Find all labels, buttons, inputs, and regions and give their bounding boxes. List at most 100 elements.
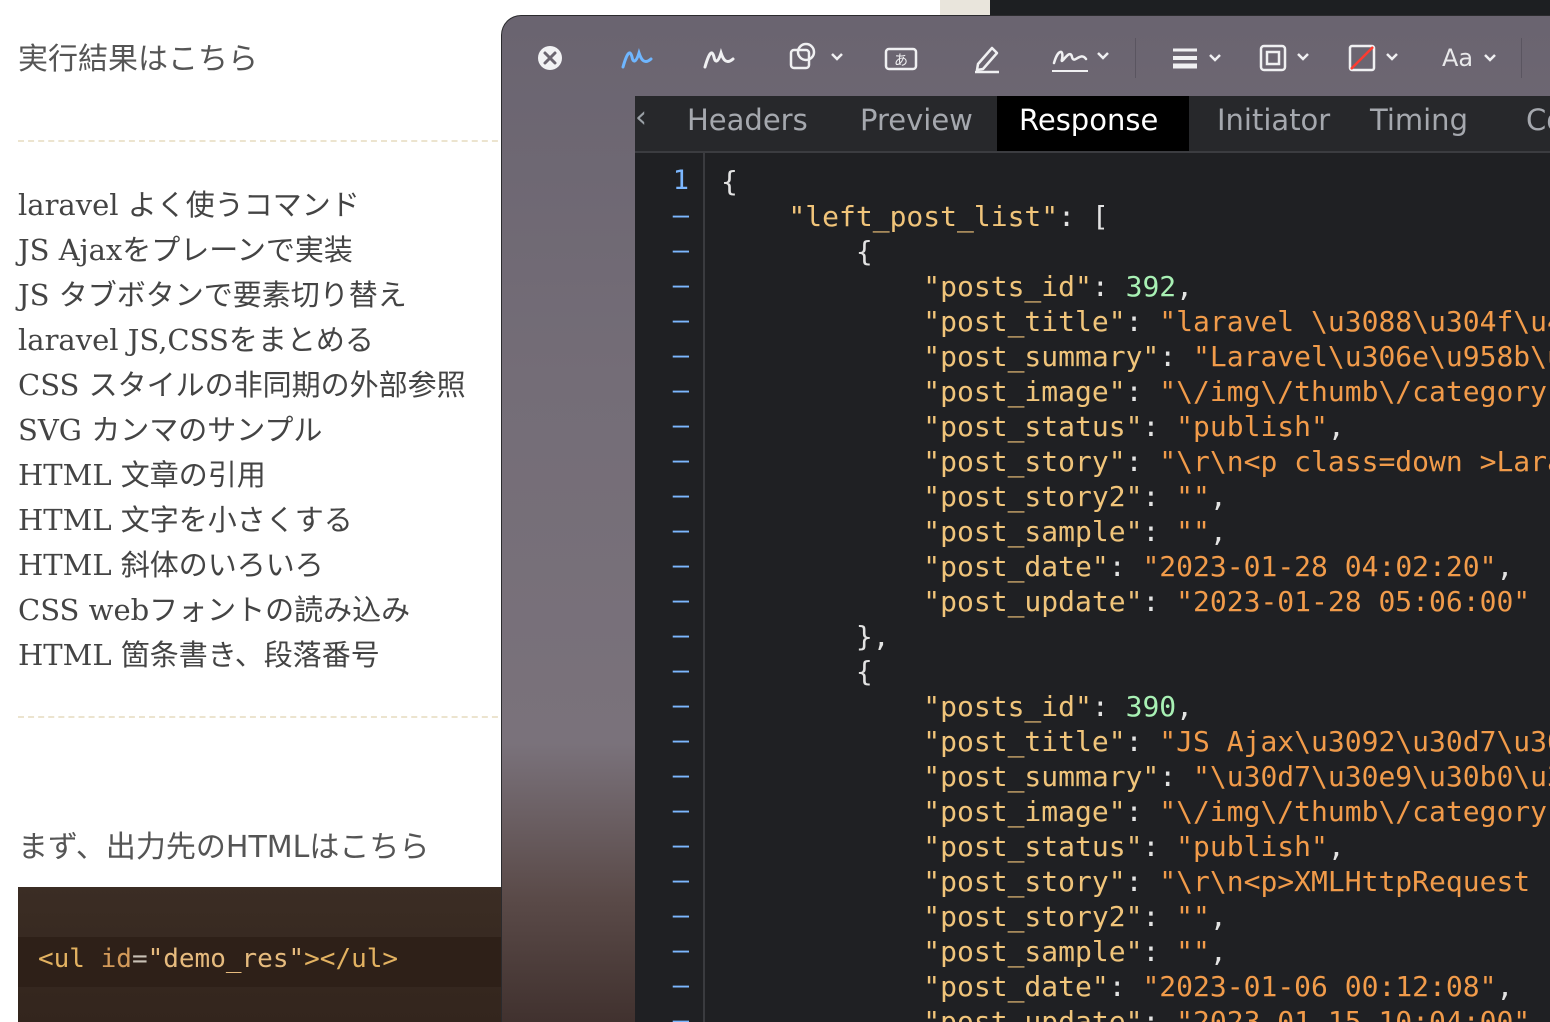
fold-marker[interactable]: – <box>673 620 689 651</box>
line-number-gutter: 1 – – – – – – – – – – – – – – – – – – – – – – – – <box>635 153 705 1022</box>
code-token: : <box>1142 410 1177 443</box>
code-line: "post_story2": "", <box>721 900 1227 933</box>
fold-marker[interactable]: – <box>673 795 689 826</box>
fold-marker[interactable]: – <box>673 760 689 791</box>
code-token: "\u30d7\u30e9\u30b0\u30a4 <box>1193 760 1550 793</box>
fold-marker[interactable]: – <box>673 340 689 371</box>
sketch-icon[interactable] <box>620 40 654 76</box>
code-token: 392 <box>1125 270 1177 303</box>
fold-marker[interactable]: – <box>673 690 689 721</box>
fold-marker[interactable]: – <box>673 585 689 616</box>
fold-marker[interactable]: – <box>673 235 689 266</box>
post-title-link[interactable]: HTML 箇条書き、段落番号 <box>18 633 466 678</box>
post-title-link[interactable]: CSS スタイルの非同期の外部参照 <box>18 363 466 408</box>
code-line: "post_date": "2023-01-28 04:02:20", <box>721 550 1513 583</box>
tab-preview[interactable]: Preview <box>838 96 994 151</box>
post-title-link[interactable]: HTML 文章の引用 <box>18 453 466 498</box>
post-title-link[interactable]: HTML 文字を小さくする <box>18 498 466 543</box>
code-token: "post_summary" <box>721 340 1160 373</box>
tab-response[interactable]: Response <box>997 96 1189 151</box>
code-token: 390 <box>1125 690 1177 723</box>
code-token: "post_date" <box>721 550 1109 583</box>
code-token: : <box>1108 550 1143 583</box>
code-line: }, <box>721 620 890 653</box>
code-token: , <box>1327 410 1345 443</box>
code-token: "2023-01-06 00:12:08" <box>1142 970 1497 1003</box>
code-token: "publish" <box>1176 410 1328 443</box>
text-box-icon[interactable]: あ <box>884 40 918 76</box>
code-line: "post_sample": "", <box>721 515 1226 548</box>
code-token: "left_post_list" <box>721 200 1059 233</box>
background-window-strip <box>940 0 1550 16</box>
code-token: "post_story2" <box>721 900 1143 933</box>
fold-marker[interactable]: – <box>673 865 689 896</box>
tab-timing[interactable]: Timing <box>1348 96 1508 151</box>
fill-color-icon[interactable] <box>1347 40 1405 76</box>
fold-marker[interactable]: – <box>673 480 689 511</box>
fold-marker[interactable]: – <box>673 445 689 476</box>
fold-marker[interactable]: – <box>673 725 689 756</box>
code-token: }, <box>721 620 890 653</box>
tab-co[interactable]: Co <box>1504 96 1550 151</box>
response-code-view[interactable]: { "left_post_list": [ { "posts_id": 392,… <box>721 153 1550 1022</box>
code-line: { <box>721 165 738 198</box>
code-line: "post_summary": "\u30d7\u30e9\u30b0\u30a… <box>721 760 1550 793</box>
code-token: : <box>1125 725 1160 758</box>
code-token: "post_title" <box>721 305 1126 338</box>
close-icon[interactable] <box>536 40 564 76</box>
code-token: "post_title" <box>721 725 1126 758</box>
fold-marker[interactable]: – <box>673 270 689 301</box>
code-token: "post_status" <box>721 830 1143 863</box>
code-token: : <box>1142 1005 1177 1022</box>
shapes-icon[interactable] <box>788 40 846 76</box>
fold-marker[interactable]: – <box>673 375 689 406</box>
post-title-link[interactable]: JS タブボタンで要素切り替え <box>18 273 466 318</box>
post-title-link[interactable]: JS Ajaxをプレーンで実装 <box>18 228 466 273</box>
border-color-icon[interactable] <box>1258 40 1316 76</box>
tab-initiator[interactable]: Initiator <box>1195 96 1345 151</box>
post-title-link[interactable]: laravel よく使うコマンド <box>18 183 466 228</box>
code-value: "demo_res" <box>147 944 305 974</box>
code-token: : <box>1125 305 1160 338</box>
code-token: , <box>1176 690 1194 723</box>
code-token: , <box>1209 935 1227 968</box>
chevron-left-icon[interactable]: ‹ <box>635 96 647 140</box>
sign-icon[interactable] <box>1050 40 1114 76</box>
tab-headers[interactable]: Headers <box>665 96 835 151</box>
fold-marker[interactable]: – <box>673 550 689 581</box>
fold-marker[interactable]: – <box>673 935 689 966</box>
post-title-link[interactable]: HTML 斜体のいろいろ <box>18 543 466 588</box>
line-number: 1 <box>672 165 689 196</box>
code-line: "post_status": "publish", <box>721 410 1345 443</box>
fold-marker[interactable]: – <box>673 305 689 336</box>
code-line: "posts_id": 390, <box>721 690 1193 723</box>
code-token: , <box>1496 550 1514 583</box>
fold-marker[interactable]: – <box>673 410 689 441</box>
line-style-icon[interactable] <box>1170 40 1228 76</box>
fold-marker[interactable]: – <box>673 655 689 686</box>
fold-marker[interactable]: – <box>673 900 689 931</box>
fold-marker[interactable]: – <box>673 515 689 546</box>
code-token: : <box>1125 795 1160 828</box>
post-title-link[interactable]: CSS webフォントの読み込み <box>18 588 466 633</box>
code-token: "post_story2" <box>721 480 1143 513</box>
code-token: { <box>721 235 873 268</box>
fold-marker[interactable]: – <box>673 970 689 1001</box>
highlight-icon[interactable] <box>972 40 1002 76</box>
draw-icon[interactable] <box>702 40 736 76</box>
code-line: "post_sample": "", <box>721 935 1227 968</box>
post-title-link[interactable]: SVG カンマのサンプル <box>18 408 466 453</box>
fold-marker[interactable]: – <box>673 200 689 231</box>
font-button[interactable]: Aa <box>1442 40 1503 76</box>
code-line: "post_status": "publish", <box>721 830 1344 863</box>
code-token: , <box>1209 900 1227 933</box>
code-token: "post_update" <box>721 1005 1143 1022</box>
fold-marker[interactable]: – <box>673 830 689 861</box>
post-title-link[interactable]: laravel JS,CSSをまとめる <box>18 318 466 363</box>
post-title-list: laravel よく使うコマンド JS Ajaxをプレーンで実装 JS タブボタンで… <box>18 183 466 678</box>
code-token: : <box>1159 760 1194 793</box>
code-token: "" <box>1176 515 1210 548</box>
fold-marker[interactable]: – <box>673 1005 689 1022</box>
divider <box>18 140 508 142</box>
code-line: "post_title": "JS Ajax\u3092\u30d7\u30ec <box>721 725 1550 758</box>
